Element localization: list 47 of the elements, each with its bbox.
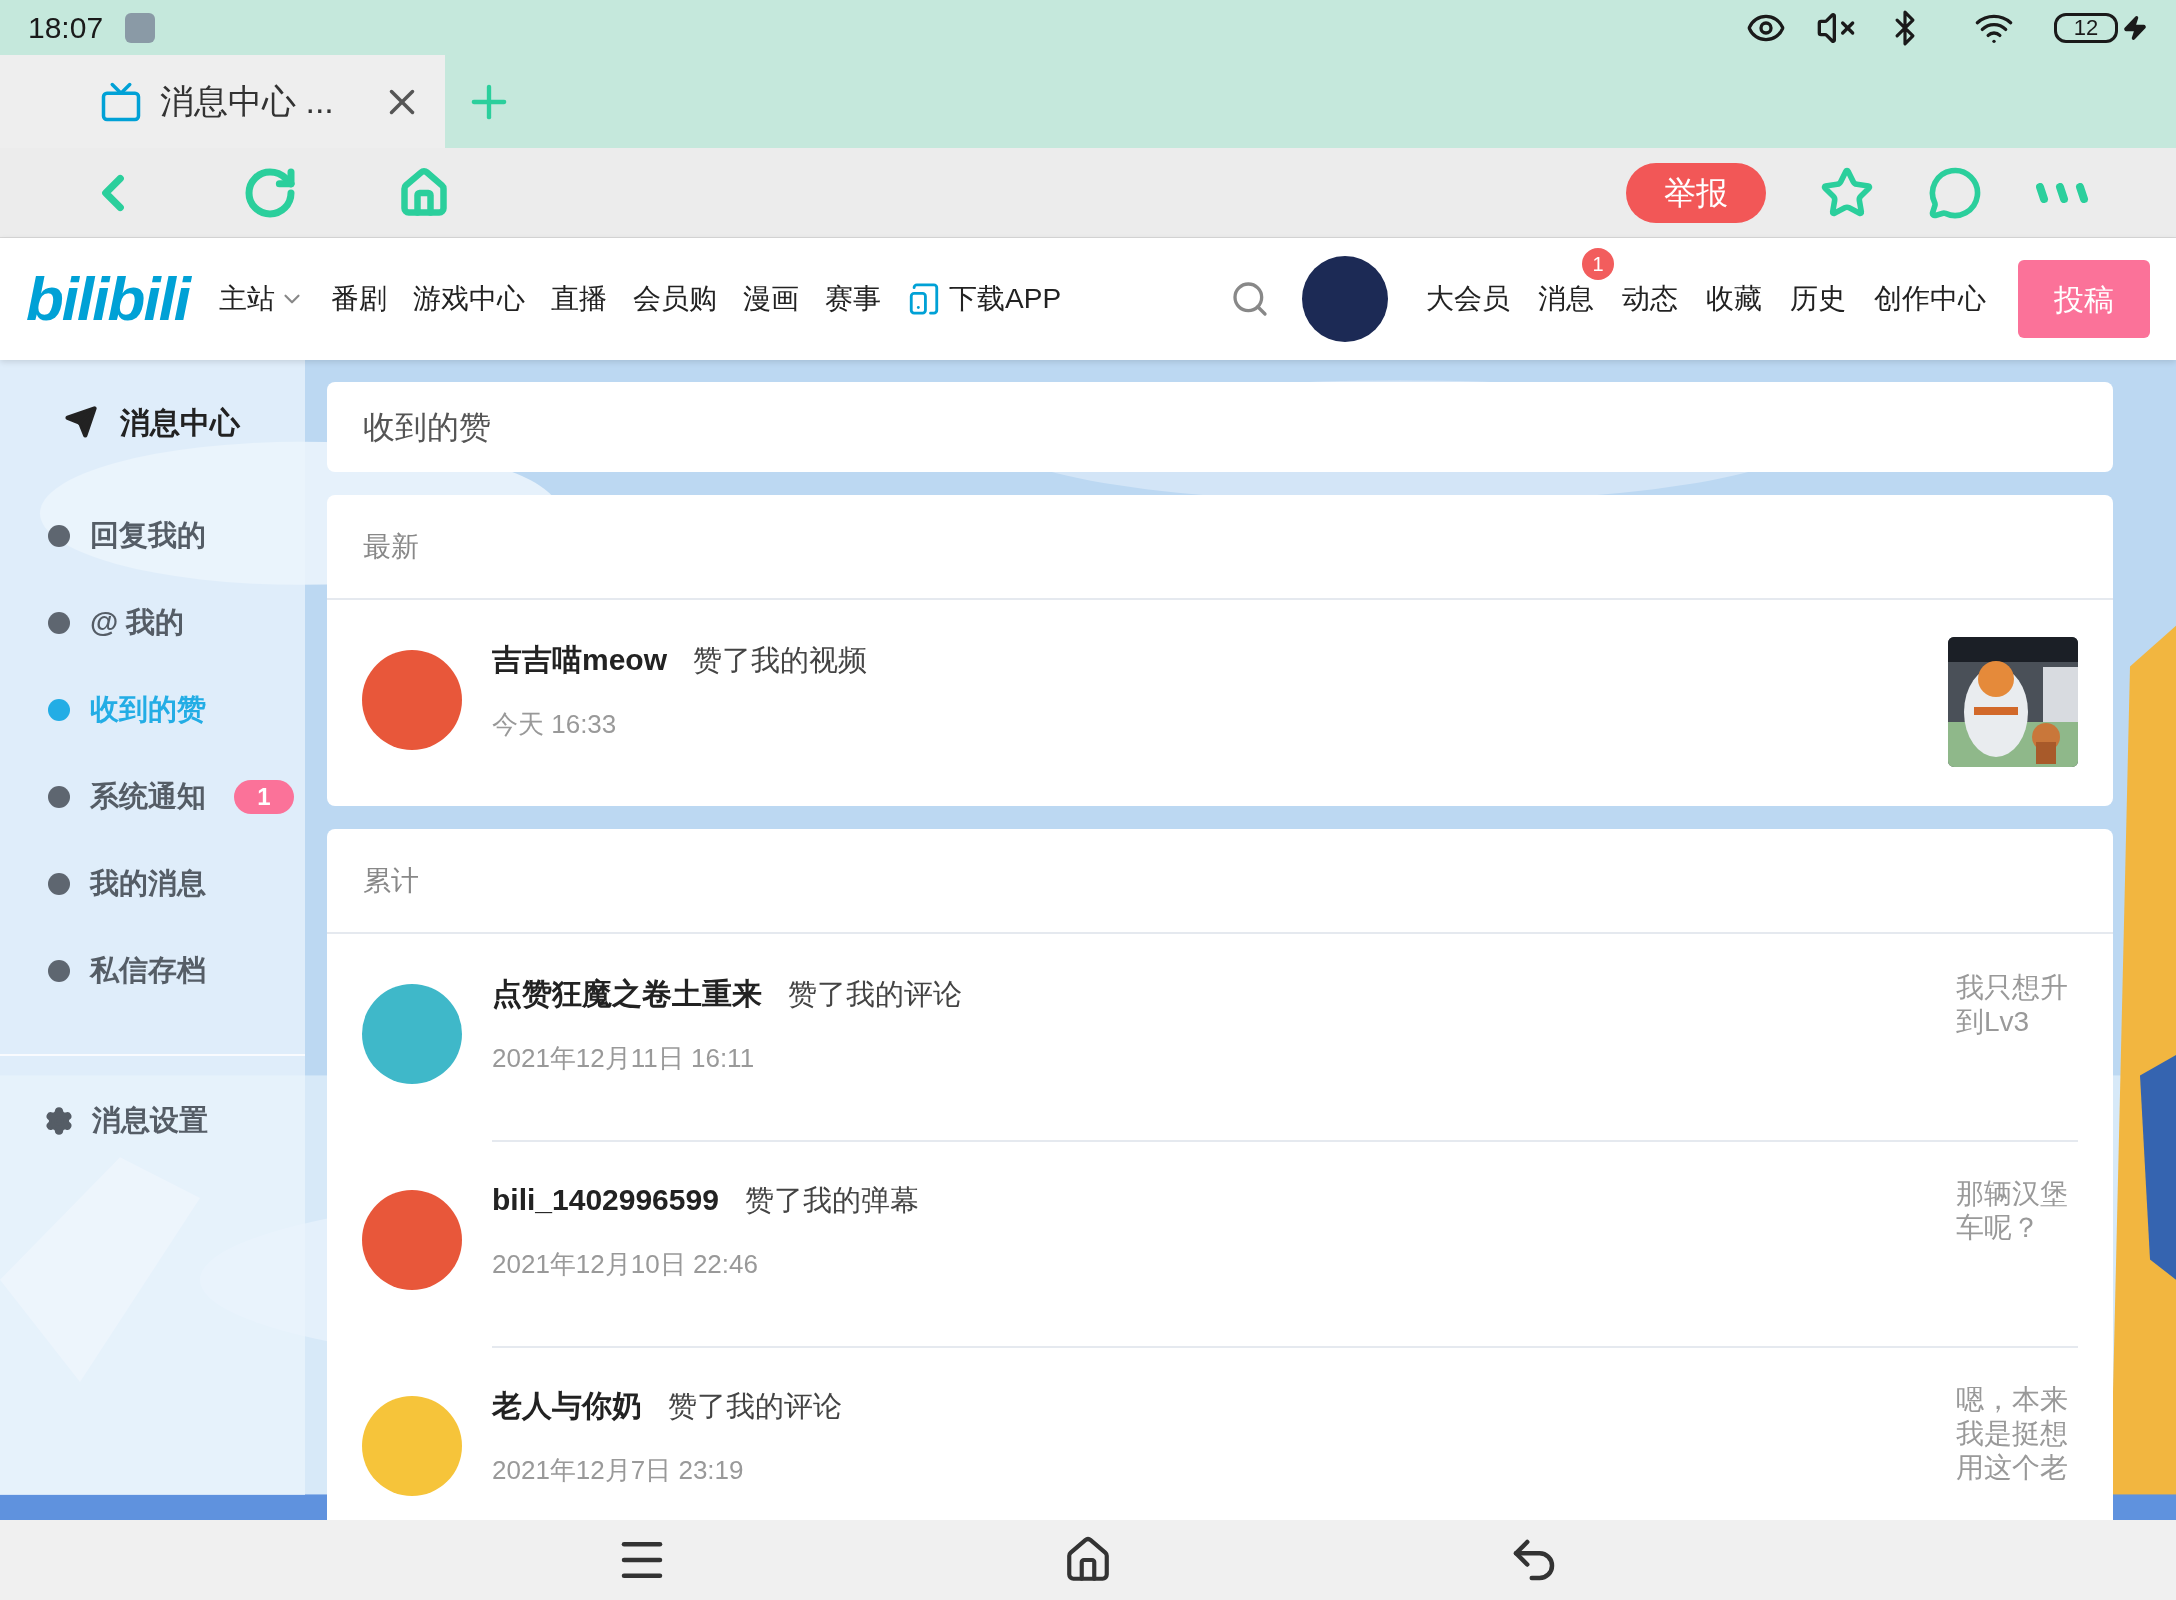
count-badge: 1 xyxy=(234,779,294,814)
sidebar-item[interactable]: 回复我的 xyxy=(0,492,305,579)
search-icon[interactable] xyxy=(1230,279,1270,319)
sidebar-title: 消息中心 xyxy=(120,404,240,441)
user-name[interactable]: bili_1402996599 xyxy=(492,1177,719,1222)
nav-link[interactable]: 下载APP xyxy=(907,278,1062,320)
nav-link[interactable]: 动态 xyxy=(1622,283,1678,314)
sidebar-item[interactable]: @ 我的 xyxy=(0,579,305,666)
nav-link[interactable]: 大会员 xyxy=(1426,283,1510,314)
nav-link[interactable]: 会员购 xyxy=(633,278,718,320)
tv-icon xyxy=(100,80,142,123)
like-action: 赞了我的评论 xyxy=(788,977,962,1012)
sidebar-item[interactable]: 私信存档 xyxy=(0,927,305,1014)
clock-time: 18:07 xyxy=(28,10,104,46)
nav-link[interactable]: 主站 xyxy=(219,278,306,320)
sidebar-item[interactable]: 我的消息 xyxy=(0,840,305,927)
charging-icon xyxy=(2122,14,2148,41)
nav-link[interactable]: 消息 xyxy=(1538,283,1594,314)
like-time: 2021年12月11日 16:11 xyxy=(492,1041,756,1075)
nav-link[interactable]: 历史 xyxy=(1790,283,1846,314)
page-title: 收到的赞 xyxy=(363,408,491,447)
browser-tab[interactable]: 消息中心 ... xyxy=(0,55,445,148)
settings-icon xyxy=(44,1106,74,1136)
like-action: 赞了我的视频 xyxy=(693,643,868,678)
settings-item[interactable]: 消息设置 xyxy=(0,1076,305,1166)
sidebar-item[interactable]: 系统通知 1 xyxy=(0,753,305,840)
nav-link[interactable]: 创作中心 xyxy=(1874,283,1986,314)
like-time: 2021年12月7日 23:19 xyxy=(492,1453,745,1487)
nav-link[interactable]: 直播 xyxy=(551,278,608,320)
tab-title: 消息中心 ... xyxy=(160,81,334,122)
section-heading: 最新 xyxy=(363,529,419,564)
user-name[interactable]: 点赞狂魔之卷土重来 xyxy=(492,971,762,1016)
nav-link[interactable]: 收藏 xyxy=(1706,283,1762,314)
nav-link[interactable]: 赛事 xyxy=(825,278,882,320)
like-time: 今天 16:33 xyxy=(492,707,618,741)
user-name[interactable]: 老人与你奶 xyxy=(492,1383,642,1428)
user-name[interactable]: 吉吉喵meow xyxy=(492,637,668,682)
nav-link[interactable]: 游戏中心 xyxy=(413,278,526,320)
section-heading: 累计 xyxy=(363,863,419,898)
like-action: 赞了我的弹幕 xyxy=(744,1183,919,1218)
like-action: 赞了我的评论 xyxy=(668,1389,842,1424)
like-time: 2021年12月10日 22:46 xyxy=(492,1247,759,1281)
battery-level: 12 xyxy=(2054,12,2118,43)
paper-plane-icon xyxy=(64,405,98,439)
nav-link[interactable]: 番剧 xyxy=(331,278,388,320)
notification-badge: 1 xyxy=(1582,248,1614,280)
nav-link[interactable]: 漫画 xyxy=(743,278,800,320)
